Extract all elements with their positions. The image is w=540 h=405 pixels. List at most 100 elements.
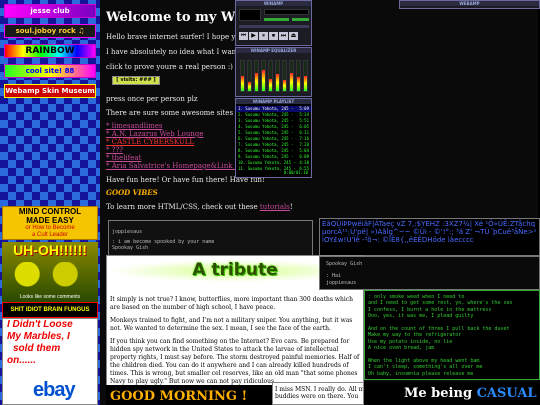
page-title: Welcome to my Websit <box>106 10 240 25</box>
balance-slider[interactable] <box>292 18 309 21</box>
learn-prefix: To learn more HTML/CSS, check out these <box>106 203 260 211</box>
counter-label: [ visits: ### ] <box>116 77 156 83</box>
me-being-suffix: : <box>537 386 540 401</box>
press-once-text: press once per person plz <box>106 95 198 103</box>
miss-msn-panel: I miss MSN. I really do. All my buddies … <box>272 382 364 405</box>
poem-lines: : only smoke weed when I need to and I ne… <box>365 291 539 380</box>
playlist-tracks: 1. Susumu Yokota, 245 - Oo Up5:092. Susu… <box>236 104 311 172</box>
previous-icon[interactable]: ⏮ <box>239 32 248 40</box>
next-icon[interactable]: ⏭ <box>279 32 288 40</box>
chat-line: joppiesaus <box>112 229 143 235</box>
me-being-casual-panel: Me being CASUAL : <box>364 382 540 405</box>
sidebar-button-1[interactable]: jesse club <box>4 4 96 18</box>
brain-fungus-ad[interactable]: SHIT IDIOT BRAIN FUNGUS <box>2 302 98 318</box>
seek-bar[interactable] <box>239 25 309 28</box>
spookay-panel[interactable]: Spookay Gish : Hai joppiesaus <box>319 256 540 290</box>
poem-panel: : only smoke weed when I need to and I ne… <box>364 290 540 380</box>
eq-band-fill <box>262 70 265 91</box>
equalizer-title: WINAMP EQUALIZER <box>236 48 311 53</box>
intro-text-1: Hello brave internet surfer! I hope you … <box>106 33 236 41</box>
spookay-line: joppiesaus <box>326 280 357 286</box>
ebay-logo: ebay <box>33 379 76 401</box>
ad-line: a Cult Leader <box>31 232 69 238</box>
webamp-playlist-window[interactable]: WINAMP PLAYLIST 1. Susumu Yokota, 245 - … <box>235 98 312 178</box>
ad-line: I Didn't Loose <box>7 319 73 330</box>
me-being-prefix: Me being <box>404 386 477 401</box>
eq-band-slider[interactable] <box>240 60 245 92</box>
pause-icon[interactable]: ⏸ <box>259 32 268 40</box>
eq-band-slider[interactable] <box>282 60 287 92</box>
marbles-ad[interactable]: I Didn't Loose My Marbles, I sold them o… <box>2 318 98 405</box>
site-link[interactable]: * CASTLE CYBERSKULL <box>106 138 194 146</box>
eq-band-slider[interactable] <box>247 60 252 92</box>
site-link[interactable]: * thelifeat <box>106 154 141 162</box>
eq-band-fill <box>255 73 258 91</box>
visualizer <box>239 9 261 21</box>
ad-line: MADE EASY <box>26 216 74 225</box>
eq-band-slider[interactable] <box>289 60 294 92</box>
button-label: RAINBOW <box>25 46 75 56</box>
ad-line: or How to Become <box>25 225 75 231</box>
ad-line: MIND CONTROL <box>18 207 82 216</box>
tutorials-link[interactable]: tutorials <box>260 203 290 211</box>
transport-controls: ⏮ ▶ ⏸ ⏹ ⏭ ⏏ <box>239 32 298 40</box>
spookay-header: Spookay Gish <box>326 261 363 267</box>
good-morning-panel: GOOD MORNING ! <box>106 385 272 405</box>
eq-band-fill <box>241 76 244 91</box>
tribute-paragraph: Monkeys trained to fight, and I'm not a … <box>110 317 353 332</box>
webamp-main-window[interactable]: WINAMP ⏮ ▶ ⏸ ⏹ ⏭ ⏏ <box>235 0 312 46</box>
chat-line: Spookay Gish <box>112 245 149 251</box>
eq-band-slider[interactable] <box>275 60 280 92</box>
site-link[interactable]: * ??? <box>106 146 123 154</box>
volume-slider[interactable] <box>264 18 289 21</box>
sidebar-button-3[interactable]: RAINBOW <box>4 44 96 58</box>
spookay-line: : Hai <box>326 273 342 279</box>
uh-oh-title: UH-OH!!!!!! <box>13 242 87 258</box>
msn-line: buddies were on there. You <box>275 393 359 400</box>
eq-band-fill <box>269 79 272 91</box>
ad-line: My Marbles, I <box>7 331 70 342</box>
uh-oh-ad[interactable]: UH-OH!!!!!! Looks like some comments <box>2 242 98 302</box>
museum-title: WEBAMP <box>400 1 539 6</box>
equalizer-sliders <box>240 60 310 92</box>
eq-band-slider[interactable] <box>268 60 273 92</box>
hazmat-figures <box>12 262 88 292</box>
good-vibes-text: GOOD VIBES <box>106 188 158 197</box>
eq-band-slider[interactable] <box>296 60 301 92</box>
eq-band-slider[interactable] <box>254 60 259 92</box>
uh-oh-caption: Looks like some comments <box>19 294 81 300</box>
eq-band-fill <box>297 77 300 91</box>
ad-line: on...... <box>7 355 36 366</box>
webamp-museum-window[interactable]: WEBAMP <box>399 0 540 9</box>
sidebar-button-4[interactable]: cool site! 88 <box>4 64 96 78</box>
brain-fungus-text: SHIT IDIOT BRAIN FUNGUS <box>10 307 90 313</box>
play-icon[interactable]: ▶ <box>249 32 258 40</box>
visit-counter-button[interactable]: [ visits: ### ] <box>112 76 160 85</box>
good-morning-text: GOOD MORNING ! <box>110 389 248 404</box>
eq-band-fill <box>276 74 279 91</box>
poem-line: and I need to get some rest, yo, where's… <box>368 300 513 307</box>
webamp-equalizer-window[interactable]: WINAMP EQUALIZER <box>235 47 312 97</box>
garbled-text: ÉãQÛíÞÞwëiãF|ÄTaeç vZ 7,:$YEHZ :3XZ7¾| X… <box>322 220 537 244</box>
learn-more-text: To learn more HTML/CSS, check out these … <box>106 203 293 211</box>
button-label: cool site! 88 <box>25 67 75 75</box>
eq-band-slider[interactable] <box>261 60 266 92</box>
eject-icon[interactable]: ⏏ <box>289 32 298 40</box>
learn-suffix: ! <box>289 203 293 211</box>
stop-icon[interactable]: ⏹ <box>269 32 278 40</box>
eq-band-slider[interactable] <box>303 60 308 92</box>
site-link[interactable]: * A.N. Lazarus Web Lounge <box>106 130 203 138</box>
sidebar-button-2[interactable]: soul.joboy rock ♫ <box>4 24 96 38</box>
track-ticker <box>264 9 309 15</box>
sidebar-button-5[interactable]: Webamp Skin Museum <box>4 84 96 98</box>
intro-text-3: click to prove youre a real person :) <box>106 63 233 71</box>
me-being-text: Me being CASUAL : <box>364 382 540 401</box>
site-link[interactable]: * limesandlimes <box>106 122 163 130</box>
poem-line: Oh baby, insomnia please release me <box>368 370 474 377</box>
casual-word: CASUAL <box>476 386 537 401</box>
garbled-text-panel: ÉãQÛíÞÞwëiãF|ÄTaeç vZ 7,:$YEHZ :3XZ7¾| X… <box>319 218 540 256</box>
mind-control-ad[interactable]: MIND CONTROL MADE EASY or How to Become … <box>2 206 98 240</box>
button-label: Webamp Skin Museum <box>5 87 95 95</box>
eq-band-fill <box>283 80 286 91</box>
intro-text-2: I have absolutely no idea what I want to… <box>106 48 236 56</box>
